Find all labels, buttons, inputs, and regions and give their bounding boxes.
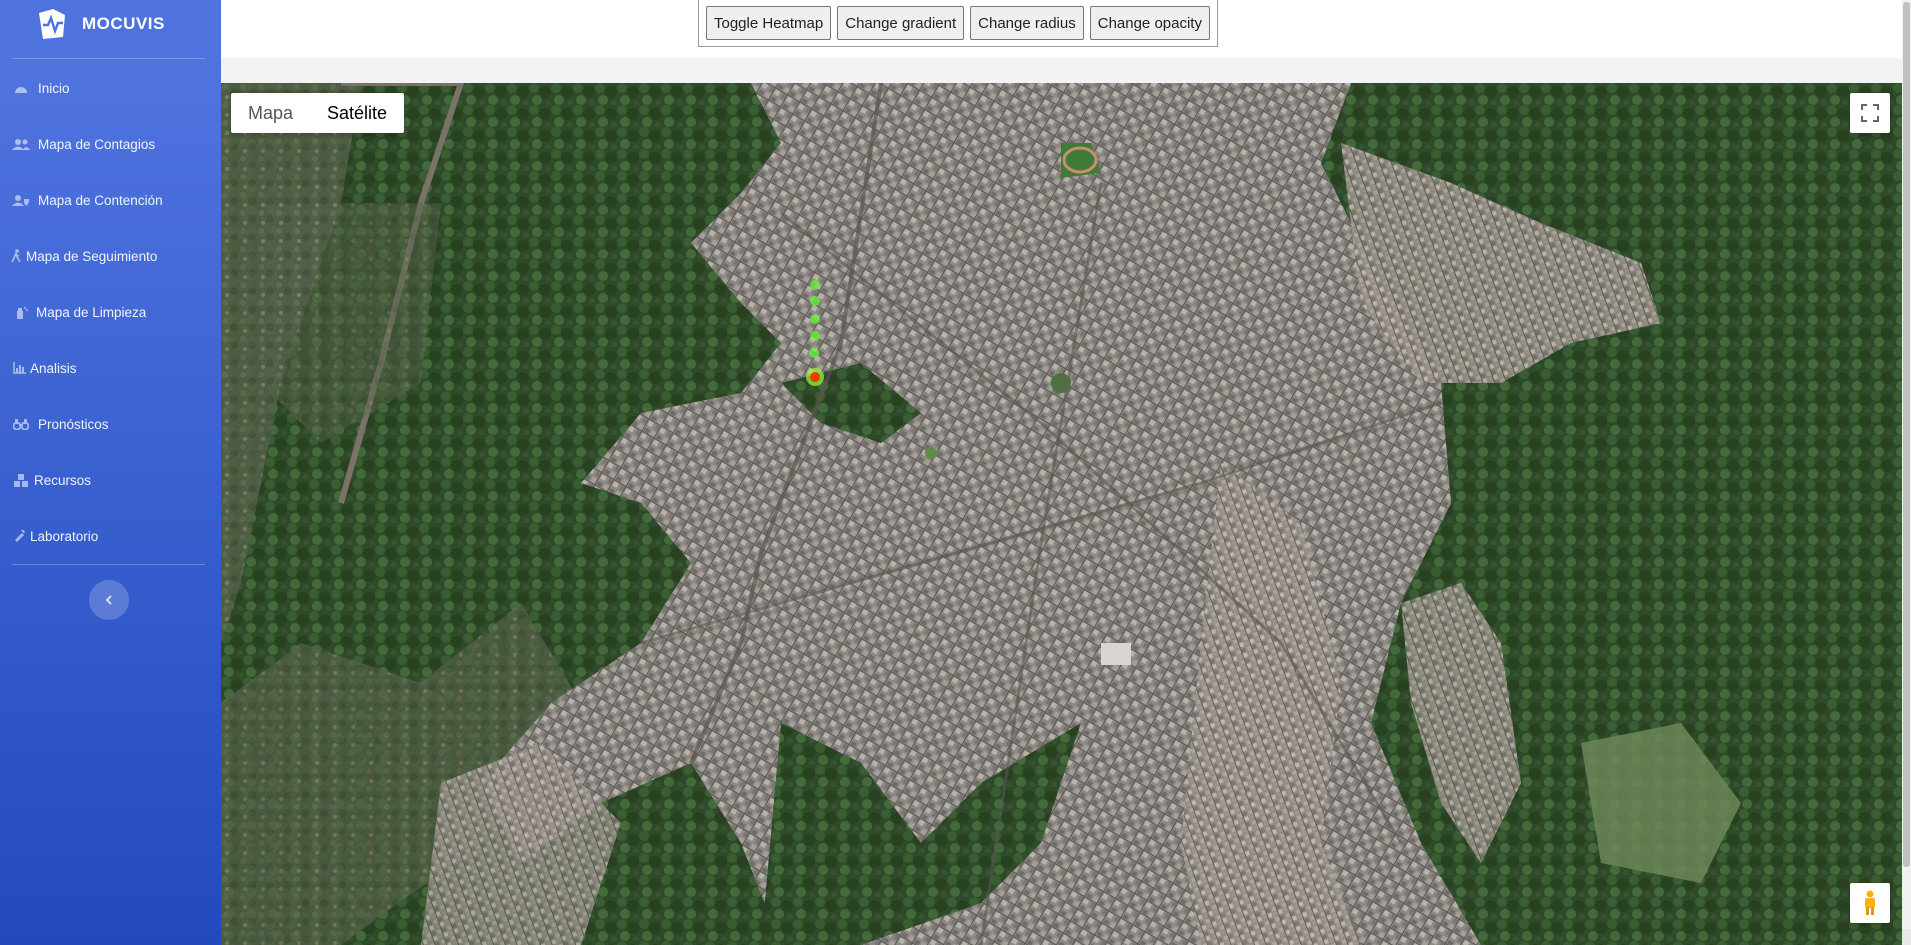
- sidebar-item-label: Mapa de Limpieza: [36, 304, 147, 320]
- sidebar-item-mapa-de-contagios[interactable]: Mapa de Contagios: [0, 124, 221, 164]
- brand-name: MOCUVIS: [82, 14, 165, 33]
- sidebar-item-label: Pronósticos: [38, 416, 109, 432]
- change-opacity-button[interactable]: Change opacity: [1089, 6, 1210, 40]
- sidebar-item-label: Mapa de Seguimiento: [26, 248, 158, 264]
- sidebar-divider: [12, 564, 205, 565]
- scrollbar-thumb[interactable]: [1903, 2, 1910, 867]
- fullscreen-button[interactable]: [1850, 93, 1890, 133]
- sidebar-divider: [12, 58, 205, 59]
- map-type-map-button[interactable]: Mapa: [231, 93, 310, 133]
- chart-icon: [12, 361, 26, 375]
- sidebar-item-inicio[interactable]: Inicio: [0, 68, 221, 108]
- scrollbar-down-arrow[interactable]: [1902, 929, 1911, 945]
- sidebar-item-label: Inicio: [38, 80, 70, 96]
- topbar: Toggle Heatmap Change gradient Change ra…: [221, 0, 1902, 58]
- sidebar-item-mapa-de-limpieza[interactable]: Mapa de Limpieza: [0, 292, 221, 332]
- sidebar-item-label: Recursos: [34, 472, 92, 488]
- sidebar-item-pronosticos[interactable]: Pronósticos: [0, 404, 221, 444]
- page-scrollbar[interactable]: [1902, 0, 1911, 945]
- street-view-pegman[interactable]: [1850, 883, 1890, 923]
- sidebar-item-label: Analisis: [30, 360, 77, 376]
- sidebar-item-mapa-de-seguimiento[interactable]: Mapa de Seguimiento: [0, 236, 221, 276]
- spray-icon: [12, 305, 30, 319]
- tachometer-icon: [12, 81, 30, 95]
- fullscreen-icon: [1861, 104, 1879, 122]
- heatmap-controls: Toggle Heatmap Change gradient Change ra…: [698, 0, 1218, 47]
- sidebar-item-mapa-de-contencion[interactable]: Mapa de Contención: [0, 180, 221, 220]
- map-type-control: Mapa Satélite: [231, 93, 405, 133]
- change-gradient-button[interactable]: Change gradient: [837, 6, 965, 40]
- satellite-imagery: [221, 83, 1902, 945]
- sidebar-toggle-button[interactable]: [89, 580, 129, 620]
- binoculars-icon: [12, 417, 30, 431]
- sidebar-item-label: Mapa de Contención: [38, 192, 163, 208]
- map-type-satellite-button[interactable]: Satélite: [310, 93, 404, 133]
- chevron-left-icon: [105, 595, 112, 605]
- user-shield-icon: [12, 193, 30, 207]
- change-radius-button[interactable]: Change radius: [970, 6, 1084, 40]
- users-icon: [12, 137, 30, 151]
- logo-icon: [39, 9, 65, 39]
- cubes-icon: [12, 473, 30, 487]
- sidebar-item-label: Mapa de Contagios: [38, 136, 156, 152]
- brand-link[interactable]: MOCUVIS: [35, 4, 165, 44]
- sidebar: MOCUVIS Inicio Mapa de Contagios Mapa de…: [0, 0, 221, 945]
- content-gap: [221, 58, 1902, 83]
- pegman-icon: [1865, 890, 1875, 915]
- flask-icon: [12, 529, 26, 543]
- sidebar-item-label: Laboratorio: [30, 528, 99, 544]
- sidebar-item-recursos[interactable]: Recursos: [0, 460, 221, 500]
- walking-icon: [10, 249, 22, 263]
- sidebar-item-analisis[interactable]: Analisis: [0, 348, 221, 388]
- satellite-map[interactable]: Mapa Satélite: [221, 83, 1902, 945]
- toggle-heatmap-button[interactable]: Toggle Heatmap: [706, 6, 832, 40]
- sidebar-item-laboratorio[interactable]: Laboratorio: [0, 516, 221, 556]
